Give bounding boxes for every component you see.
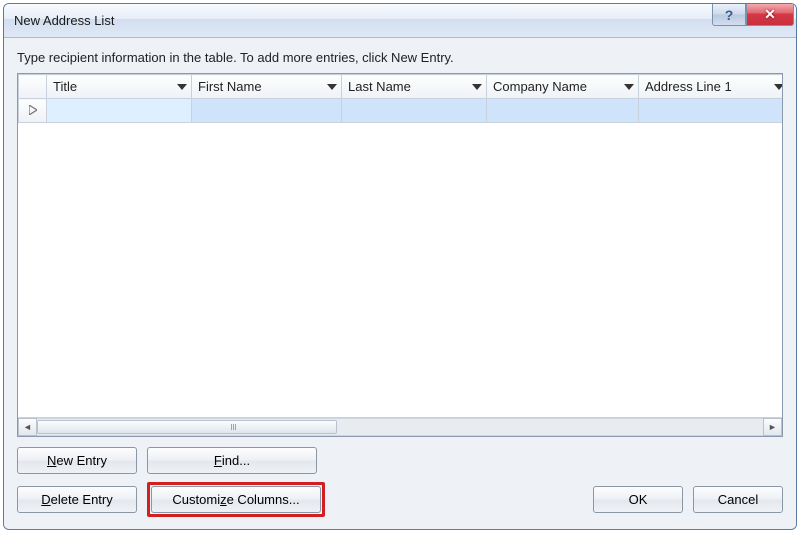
dialog-content: Type recipient information in the table.… — [4, 38, 796, 529]
address-table[interactable]: Title First Name — [18, 74, 782, 123]
close-button[interactable]: ✕ — [746, 4, 794, 26]
table-area: Title First Name — [18, 74, 782, 417]
cell-address1[interactable] — [639, 99, 783, 123]
delete-entry-button[interactable]: Delete Entry — [17, 486, 137, 513]
scroll-thumb[interactable] — [37, 420, 337, 434]
header-row: Title First Name — [19, 75, 783, 99]
cancel-button[interactable]: Cancel — [693, 486, 783, 513]
scroll-track[interactable] — [37, 418, 763, 436]
scroll-left-button[interactable]: ◄ — [18, 418, 37, 436]
dialog-window: New Address List ? ✕ Type recipient info… — [3, 3, 797, 530]
horizontal-scrollbar[interactable]: ◄ ► — [18, 417, 782, 436]
window-controls: ? ✕ — [712, 4, 794, 26]
cell-firstname[interactable] — [192, 99, 342, 123]
column-header-firstname[interactable]: First Name — [192, 75, 342, 99]
close-icon: ✕ — [764, 6, 776, 23]
column-header-address1[interactable]: Address Line 1 — [639, 75, 783, 99]
customize-columns-button[interactable]: Customize Columns... — [151, 486, 321, 513]
button-row-2: Delete Entry Customize Columns... OK Can… — [17, 482, 783, 517]
dropdown-icon[interactable] — [472, 84, 482, 90]
cell-company[interactable] — [487, 99, 639, 123]
button-area: New Entry Find... Delete Entry Customize… — [17, 447, 783, 517]
cell-title[interactable] — [47, 99, 192, 123]
highlight-annotation: Customize Columns... — [147, 482, 325, 517]
current-row-icon — [29, 104, 37, 118]
cell-lastname[interactable] — [342, 99, 487, 123]
find-button[interactable]: Find... — [147, 447, 317, 474]
window-title: New Address List — [14, 13, 114, 28]
column-header-lastname[interactable]: Last Name — [342, 75, 487, 99]
dropdown-icon[interactable] — [774, 84, 782, 90]
dropdown-icon[interactable] — [327, 84, 337, 90]
table-frame: Title First Name — [17, 73, 783, 437]
table-row[interactable] — [19, 99, 783, 123]
help-button[interactable]: ? — [712, 4, 746, 26]
help-icon: ? — [725, 7, 734, 23]
row-selector-header[interactable] — [19, 75, 47, 99]
button-row-1: New Entry Find... — [17, 447, 783, 474]
column-header-company[interactable]: Company Name — [487, 75, 639, 99]
instruction-text: Type recipient information in the table.… — [17, 50, 783, 65]
new-entry-button[interactable]: New Entry — [17, 447, 137, 474]
dropdown-icon[interactable] — [624, 84, 634, 90]
row-indicator[interactable] — [19, 99, 47, 123]
scroll-right-button[interactable]: ► — [763, 418, 782, 436]
column-header-title[interactable]: Title — [47, 75, 192, 99]
ok-button[interactable]: OK — [593, 486, 683, 513]
dropdown-icon[interactable] — [177, 84, 187, 90]
titlebar[interactable]: New Address List ? ✕ — [4, 4, 796, 38]
